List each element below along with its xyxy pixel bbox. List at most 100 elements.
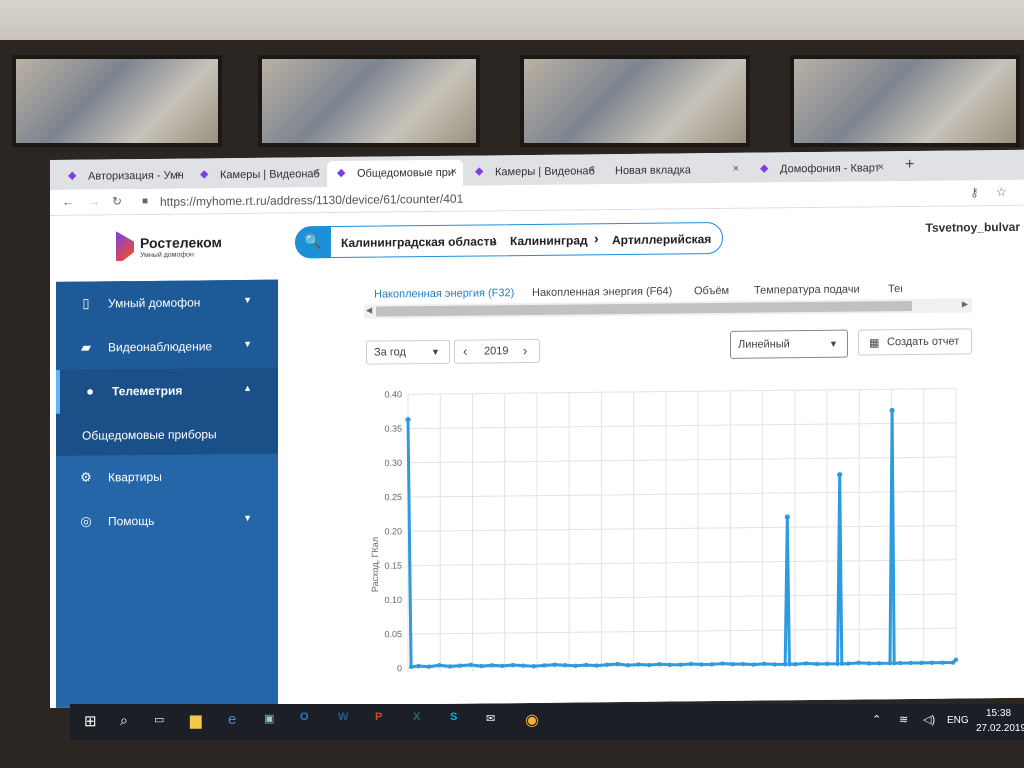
y-axis-ticks: 0.40 0.35 0.30 0.25 0.20 0.15 0.10 0.05 0 [384,389,402,673]
camera-icon: ▰ [81,339,91,355]
browser-tab[interactable]: Новая вкладка × [603,157,745,184]
period-select[interactable]: За год ▼ [366,339,450,365]
tab-energy-f64[interactable]: Накопленная энергия (F64) [532,285,672,298]
browser-tab[interactable]: ◆ Авторизация - Умн × [58,163,188,190]
back-icon[interactable]: ← [62,195,74,209]
gear-icon: ⚙ [80,469,92,485]
excel-icon[interactable]: X [413,711,420,723]
language-indicator[interactable]: ENG [947,715,969,726]
edge-icon[interactable]: e [228,711,236,728]
chevron-down-icon: ▼ [243,294,252,305]
file-explorer-icon[interactable]: ▆ [190,711,202,729]
browser-tab[interactable]: ◆ Камеры | Видеонаб × [190,161,325,188]
chevron-down-icon: ▼ [829,338,838,349]
start-icon[interactable]: ⊞ [84,712,97,730]
year-value: 2019 [484,345,509,358]
grid-line [408,525,956,532]
scroll-right-icon[interactable]: ▶ [962,299,968,308]
sidebar-item-label: Квартиры [108,469,162,485]
data-point [784,514,790,520]
data-point [929,660,935,665]
chevron-up-icon[interactable]: ⌃ [872,713,881,726]
close-icon[interactable]: × [313,167,319,179]
y-tick-label: 0.35 [384,424,402,434]
close-icon[interactable]: × [589,164,595,176]
sidebar-item-intercom[interactable]: ▯ Умный домофон ▼ [56,279,278,326]
search-icon[interactable]: 🔍 [295,226,331,259]
data-point [405,416,411,423]
clock-date[interactable]: 27.02.2019 [976,723,1024,734]
create-report-label: Создать отчет [887,335,960,349]
network-app-icon[interactable]: ▣ [264,712,274,725]
clock-time[interactable]: 15:38 [986,708,1011,719]
reload-icon[interactable]: ↻ [112,194,122,208]
grid-line [408,490,956,498]
sidebar-item-apartments[interactable]: ⚙ Квартиры [56,454,278,500]
new-tab-button[interactable]: + [905,156,914,174]
chart-type-select[interactable]: Линейный ▼ [730,329,848,359]
lock-icon: ■ [142,195,149,208]
data-point [837,472,843,478]
y-tick-label: 0.20 [384,526,402,536]
data-point [787,662,792,667]
forward-icon[interactable]: → [88,194,100,208]
breadcrumb-city[interactable]: Калининград [510,233,588,248]
skype-icon[interactable]: S [450,711,457,723]
star-icon[interactable]: ☆ [996,185,1007,199]
close-icon[interactable]: × [176,169,182,181]
browser-tab-active[interactable]: ◆ Общедомовые при × [327,159,463,188]
close-icon[interactable]: × [878,161,884,173]
scrollbar-thumb[interactable] [376,300,912,317]
chrome-icon[interactable]: ◉ [525,710,539,730]
data-point [908,660,914,666]
grid-line [408,627,956,635]
scroll-left-icon[interactable]: ◀ [366,306,372,315]
tab-volume[interactable]: Объём [694,285,729,297]
sidebar-item-telemetry[interactable]: ● Телеметрия ▲ [56,367,278,414]
next-year-button[interactable]: › [523,343,527,358]
breadcrumb-street[interactable]: Артиллерийская [612,232,711,247]
lifebuoy-icon: ◎ [80,513,92,529]
volume-icon[interactable]: ◁) [923,713,935,726]
tab-supply-temp[interactable]: Температура подачи [754,284,860,297]
key-icon[interactable]: ⚷ [970,185,979,199]
word-icon[interactable]: W [338,711,348,723]
chevron-right-icon: › [594,230,599,247]
tab-return-temp[interactable]: Температура об [888,282,902,295]
grid-line [408,456,956,464]
chart-type-value: Линейный [738,338,790,351]
prev-year-button[interactable]: ‹ [463,344,467,359]
task-view-icon[interactable]: ▭ [154,713,164,726]
browser-tab[interactable]: ◆ Камеры | Видеонаб × [465,158,601,185]
tab-title: Авторизация - Умн [88,169,184,183]
breadcrumb-region[interactable]: Калининградская область [341,234,497,250]
report-icon: ▦ [869,337,880,350]
sidebar-item-help[interactable]: ◎ Помощь ▼ [56,498,278,544]
y-tick-label: 0.05 [384,629,402,639]
close-icon[interactable]: × [733,163,739,175]
chevron-up-icon: ▲ [243,382,252,393]
outlook-icon[interactable]: O [300,711,309,723]
grid-line [408,559,956,567]
y-tick-label: 0 [397,663,402,673]
wifi-icon[interactable]: ≋ [899,713,908,726]
rostelecom-favicon-icon: ◆ [760,162,769,175]
y-tick-label: 0.10 [384,595,402,605]
grid-line [408,388,956,395]
create-report-button[interactable]: ▦ Создать отчет [858,328,972,356]
close-icon[interactable]: × [451,166,457,178]
url-field[interactable]: https://myhome.rt.ru/address/1130/device… [160,192,463,209]
sidebar-item-video[interactable]: ▰ Видеонаблюдение ▼ [56,323,278,370]
browser-tab[interactable]: ◆ Домофония - Кварт × [750,155,890,182]
y-tick-label: 0.30 [384,458,402,468]
search-icon[interactable]: ⌕ [120,712,128,729]
mail-icon[interactable]: ✉ [486,712,495,725]
sidebar-item-common-devices[interactable]: Общедомовые приборы [56,411,278,456]
data-point [824,661,830,667]
powerpoint-icon[interactable]: P [375,711,382,723]
data-point [835,661,840,666]
user-name[interactable]: Tsvetnoy_bulvar [926,220,1020,235]
address-breadcrumb[interactable]: 🔍 Калининградская область › Калининград … [295,221,723,259]
data-point [839,661,844,666]
grid-line [408,593,956,601]
